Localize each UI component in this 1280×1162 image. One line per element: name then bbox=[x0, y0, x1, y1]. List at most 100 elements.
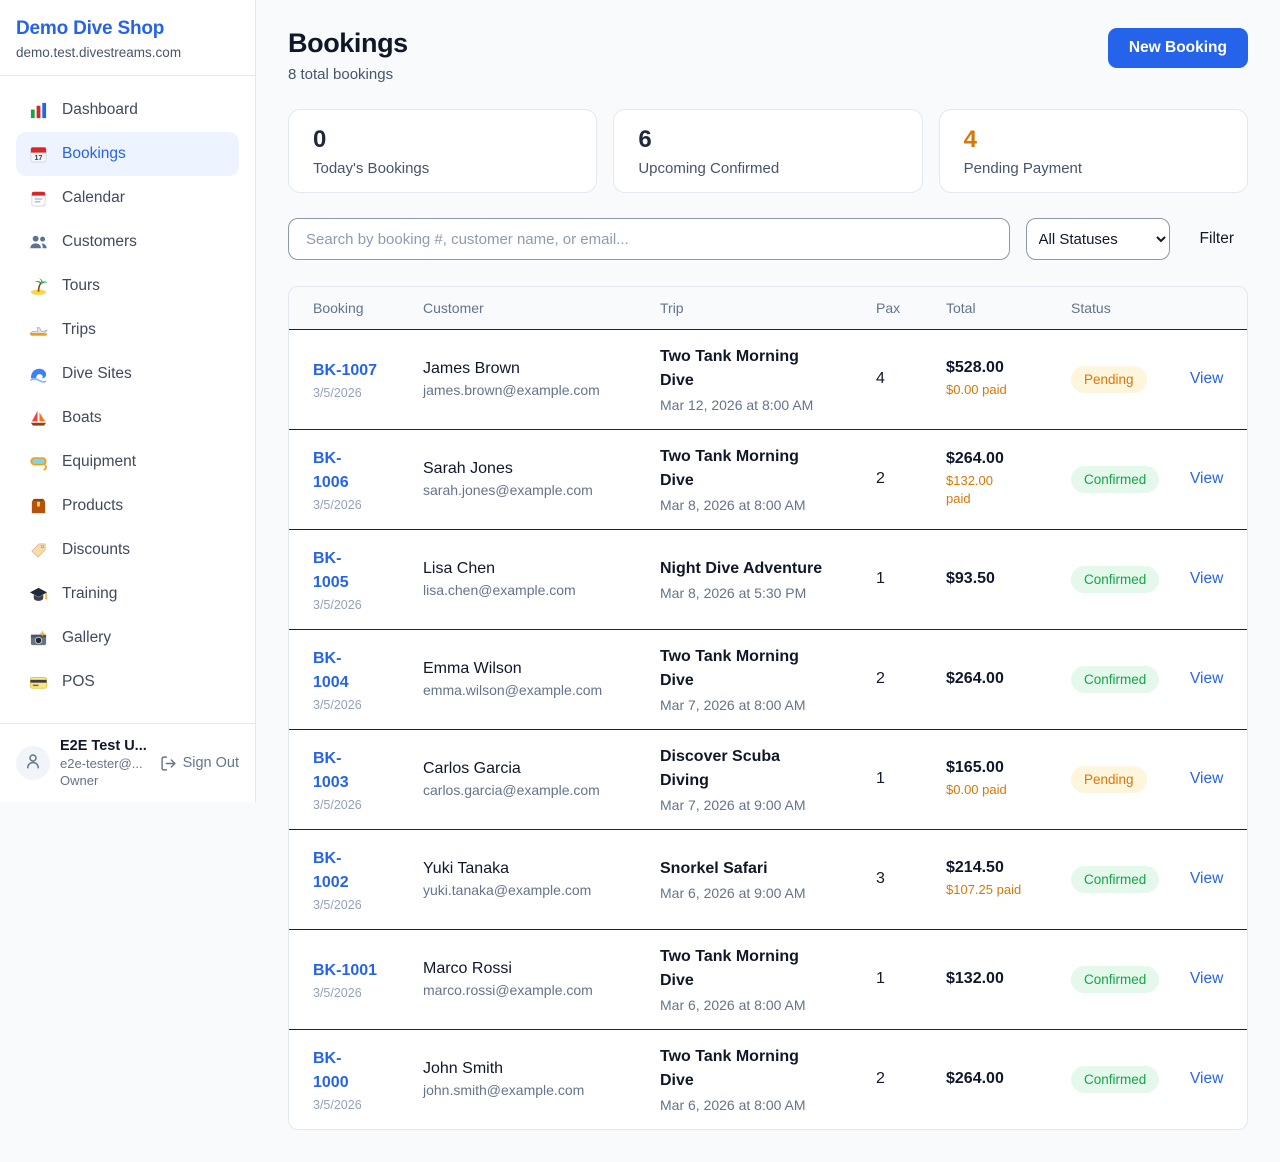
status-select[interactable]: All Statuses bbox=[1026, 218, 1170, 260]
svg-text:17: 17 bbox=[34, 154, 42, 162]
package-icon bbox=[28, 496, 48, 516]
customer-name: Lisa Chen bbox=[423, 560, 652, 578]
sidebar-item-discounts[interactable]: Discounts bbox=[16, 528, 239, 572]
sidebar-item-products[interactable]: Products bbox=[16, 484, 239, 528]
sign-out-button[interactable]: Sign Out bbox=[160, 755, 239, 772]
view-link[interactable]: View bbox=[1190, 1070, 1223, 1087]
stat-value: 0 bbox=[313, 127, 572, 153]
view-link[interactable]: View bbox=[1190, 570, 1223, 587]
booking-number-link[interactable]: BK- 1000 bbox=[313, 1047, 415, 1095]
booking-number-link[interactable]: BK- 1003 bbox=[313, 747, 415, 795]
booking-number-link[interactable]: BK-1007 bbox=[313, 359, 415, 383]
user-section: E2E Test U... e2e-tester@... Owner Sign … bbox=[0, 723, 255, 802]
sidebar-item-label: Bookings bbox=[62, 145, 126, 163]
filter-button[interactable]: Filter bbox=[1186, 230, 1248, 248]
sidebar: Demo Dive Shop demo.test.divestreams.com… bbox=[0, 0, 256, 802]
customer-email: carlos.garcia@example.com bbox=[423, 782, 652, 798]
customer-name: John Smith bbox=[423, 1060, 652, 1078]
sidebar-item-dashboard[interactable]: Dashboard bbox=[16, 88, 239, 132]
trip-name: Two Tank Morning Dive bbox=[660, 345, 868, 393]
page-header-text: Bookings 8 total bookings bbox=[288, 28, 408, 83]
view-link[interactable]: View bbox=[1190, 370, 1223, 387]
customer-name: Sarah Jones bbox=[423, 460, 652, 478]
booking-date: 3/5/2026 bbox=[313, 1098, 415, 1112]
bar-chart-icon bbox=[28, 100, 48, 120]
booking-date: 3/5/2026 bbox=[313, 898, 415, 912]
trip-name: Night Dive Adventure bbox=[660, 557, 868, 581]
stat-label: Today's Bookings bbox=[313, 160, 572, 177]
sidebar-item-pos[interactable]: POS bbox=[16, 660, 239, 704]
speedboat-icon bbox=[28, 320, 48, 340]
trip-datetime: Mar 12, 2026 at 8:00 AM bbox=[660, 397, 868, 413]
pax-count: 1 bbox=[876, 770, 938, 788]
table-row: BK-10013/5/2026Marco Rossimarco.rossi@ex… bbox=[289, 929, 1247, 1029]
column-header-actions bbox=[1190, 287, 1247, 329]
column-header-total: Total bbox=[946, 287, 1071, 329]
booking-number-link[interactable]: BK- 1005 bbox=[313, 547, 415, 595]
view-link[interactable]: View bbox=[1190, 670, 1223, 687]
pax-count: 3 bbox=[876, 870, 938, 888]
booking-number-link[interactable]: BK- 1006 bbox=[313, 447, 415, 495]
pax-count: 1 bbox=[876, 970, 938, 988]
total-amount: $264.00 bbox=[946, 1070, 1063, 1088]
sidebar-item-calendar[interactable]: Calendar bbox=[16, 176, 239, 220]
calendar-date-icon: 17 bbox=[28, 144, 48, 164]
sidebar-header: Demo Dive Shop demo.test.divestreams.com bbox=[0, 0, 255, 76]
view-link[interactable]: View bbox=[1190, 970, 1223, 987]
booking-number-link[interactable]: BK- 1002 bbox=[313, 847, 415, 895]
status-badge: Confirmed bbox=[1071, 866, 1159, 893]
trip-name: Two Tank Morning Dive bbox=[660, 1045, 868, 1093]
sidebar-item-trips[interactable]: Trips bbox=[16, 308, 239, 352]
view-link[interactable]: View bbox=[1190, 770, 1223, 787]
sidebar-item-gallery[interactable]: Gallery bbox=[16, 616, 239, 660]
sidebar-item-dive-sites[interactable]: Dive Sites bbox=[16, 352, 239, 396]
new-booking-button[interactable]: New Booking bbox=[1108, 28, 1248, 68]
stat-label: Upcoming Confirmed bbox=[638, 160, 897, 177]
bookings-table: Booking Customer Trip Pax Total Status B… bbox=[289, 287, 1247, 1129]
sidebar-item-label: Dashboard bbox=[62, 101, 138, 119]
total-amount: $528.00 bbox=[946, 359, 1063, 377]
trip-datetime: Mar 7, 2026 at 9:00 AM bbox=[660, 797, 868, 813]
customer-name: Emma Wilson bbox=[423, 660, 652, 678]
column-header-booking: Booking bbox=[289, 287, 423, 329]
trip-datetime: Mar 6, 2026 at 9:00 AM bbox=[660, 885, 868, 901]
sidebar-item-label: Products bbox=[62, 497, 123, 515]
user-meta: E2E Test U... e2e-tester@... Owner bbox=[60, 738, 147, 788]
customer-email: john.smith@example.com bbox=[423, 1082, 652, 1098]
stat-card-today-s-bookings: 0 Today's Bookings bbox=[288, 109, 597, 193]
sidebar-item-training[interactable]: Training bbox=[16, 572, 239, 616]
status-badge: Confirmed bbox=[1071, 466, 1159, 493]
view-link[interactable]: View bbox=[1190, 470, 1223, 487]
booking-date: 3/5/2026 bbox=[313, 698, 415, 712]
status-badge: Confirmed bbox=[1071, 1066, 1159, 1093]
sidebar-item-label: Gallery bbox=[62, 629, 111, 647]
pax-count: 1 bbox=[876, 570, 938, 588]
status-badge: Pending bbox=[1071, 366, 1147, 393]
customer-name: Carlos Garcia bbox=[423, 760, 652, 778]
search-input[interactable] bbox=[288, 218, 1010, 260]
booking-number-link[interactable]: BK- 1004 bbox=[313, 647, 415, 695]
sidebar-item-equipment[interactable]: Equipment bbox=[16, 440, 239, 484]
camera-icon bbox=[28, 628, 48, 648]
graduation-cap-icon bbox=[28, 584, 48, 604]
table-row: BK- 10023/5/2026Yuki Tanakayuki.tanaka@e… bbox=[289, 829, 1247, 929]
customer-name: Marco Rossi bbox=[423, 960, 652, 978]
island-icon bbox=[28, 276, 48, 296]
booking-number-link[interactable]: BK-1001 bbox=[313, 959, 415, 983]
credit-card-icon bbox=[28, 672, 48, 692]
avatar bbox=[16, 746, 50, 780]
logout-icon bbox=[160, 755, 177, 772]
view-link[interactable]: View bbox=[1190, 870, 1223, 887]
trip-datetime: Mar 6, 2026 at 8:00 AM bbox=[660, 997, 868, 1013]
sidebar-item-label: Customers bbox=[62, 233, 137, 251]
sign-out-label: Sign Out bbox=[183, 755, 239, 771]
sidebar-item-tours[interactable]: Tours bbox=[16, 264, 239, 308]
sidebar-item-boats[interactable]: Boats bbox=[16, 396, 239, 440]
trip-name: Two Tank Morning Dive bbox=[660, 645, 868, 693]
page-header: Bookings 8 total bookings New Booking bbox=[288, 28, 1248, 83]
sidebar-item-bookings[interactable]: 17 Bookings bbox=[16, 132, 239, 176]
page-subtitle: 8 total bookings bbox=[288, 66, 408, 83]
trip-name: Two Tank Morning Dive bbox=[660, 945, 868, 993]
trip-name: Snorkel Safari bbox=[660, 857, 868, 881]
sidebar-item-customers[interactable]: Customers bbox=[16, 220, 239, 264]
